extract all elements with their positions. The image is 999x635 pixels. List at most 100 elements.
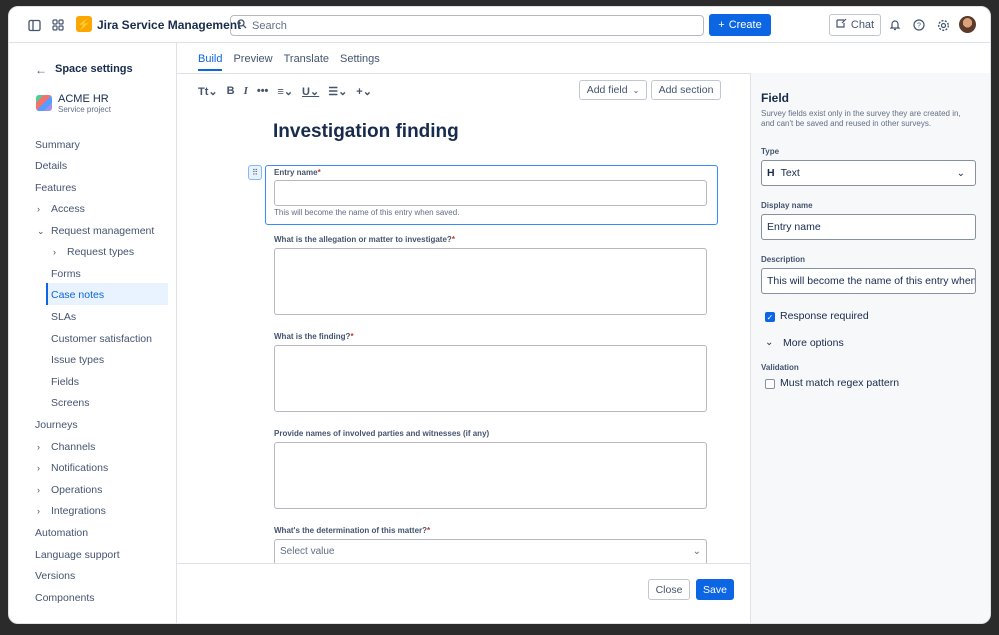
sidebar-item-slas[interactable]: SLAs	[51, 307, 76, 327]
display-name-input[interactable]: Entry name	[761, 214, 976, 240]
allegation-textarea[interactable]	[274, 248, 707, 315]
field-label-entry-name: Entry name*	[274, 168, 321, 177]
display-name-label: Display name	[761, 201, 813, 210]
sidebar-item-issue-types[interactable]: Issue types	[51, 350, 104, 370]
sidebar-item-versions[interactable]: Versions	[35, 566, 75, 586]
sidebar-item-language-support[interactable]: Language support	[35, 545, 120, 565]
drag-handle-icon[interactable]: ⠿	[248, 165, 262, 180]
involved-parties-textarea[interactable]	[274, 442, 707, 509]
nav-label: Operations	[51, 484, 103, 496]
formatting-toolbar: Tt⌄ B I ••• ≡⌄ U⌄ ☰⌄ +⌄	[198, 81, 381, 101]
add-section-button[interactable]: Add section	[651, 80, 721, 100]
sidebar-item-request-types[interactable]: › Request types	[53, 242, 134, 262]
app-switcher-icon[interactable]	[46, 13, 70, 37]
text-style-icon[interactable]: Tt⌄	[198, 85, 218, 98]
app-name[interactable]: Jira Service Management	[97, 18, 241, 32]
entry-name-input[interactable]	[274, 180, 707, 206]
sidebar-item-details[interactable]: Details	[35, 156, 67, 176]
field-label-finding: What is the finding?*	[274, 332, 354, 341]
add-field-button[interactable]: Add field ⌄	[579, 80, 647, 100]
heading-h-icon: H	[767, 167, 775, 179]
field-label-allegation: What is the allegation or matter to inve…	[274, 235, 455, 244]
form-title[interactable]: Investigation finding	[273, 121, 459, 143]
sidebar-item-integrations[interactable]: › Integrations	[37, 501, 106, 521]
sidebar-item-automation[interactable]: Automation	[35, 523, 88, 543]
nav-label: Forms	[51, 268, 81, 280]
sidebar-item-forms[interactable]: Forms	[51, 264, 81, 284]
chevron-down-icon: ⌄	[692, 546, 701, 557]
sidebar-item-access[interactable]: › Access	[37, 199, 85, 219]
chevron-right-icon[interactable]: ›	[37, 501, 51, 521]
search-icon	[237, 19, 247, 32]
sidebar-item-notifications[interactable]: › Notifications	[37, 458, 108, 478]
regex-label: Must match regex pattern	[780, 377, 900, 389]
nav-label: Request types	[67, 246, 135, 258]
notifications-icon[interactable]	[883, 13, 907, 37]
nav-label: Access	[51, 203, 85, 215]
response-required-checkbox[interactable]: ✓	[765, 312, 775, 322]
bold-icon[interactable]: B	[227, 85, 235, 97]
add-field-label: Add field	[586, 84, 628, 96]
regex-checkbox[interactable]	[765, 379, 775, 389]
save-button[interactable]: Save	[696, 579, 734, 600]
chevron-right-icon[interactable]: ›	[37, 199, 51, 219]
underline-icon[interactable]: U⌄	[302, 85, 319, 98]
finding-textarea[interactable]	[274, 345, 707, 412]
chevron-down-icon[interactable]: ⌄	[765, 337, 773, 348]
tab-build[interactable]: Build	[198, 53, 223, 71]
sidebar-item-request-management[interactable]: ⌄ Request management	[37, 221, 154, 241]
tab-preview[interactable]: Preview	[233, 53, 272, 71]
jira-logo-icon[interactable]: ⚡	[76, 16, 92, 32]
user-avatar[interactable]	[959, 16, 976, 33]
chevron-right-icon[interactable]: ›	[37, 480, 51, 500]
top-navigation: ⚡ Jira Service Management Search + Creat…	[9, 7, 990, 43]
tab-settings[interactable]: Settings	[340, 53, 380, 71]
plus-icon: +	[718, 19, 725, 31]
description-input[interactable]: This will become the name of this entry …	[761, 268, 976, 294]
panel-title: Field	[761, 91, 790, 105]
sidebar-item-fields[interactable]: Fields	[51, 372, 79, 392]
chevron-right-icon[interactable]: ›	[37, 437, 51, 457]
nav-label: Integrations	[51, 505, 106, 517]
more-formatting-icon[interactable]: •••	[257, 85, 269, 97]
nav-label: Issue types	[51, 354, 105, 366]
sidebar-item-summary[interactable]: Summary	[35, 135, 80, 155]
nav-label: Versions	[35, 570, 76, 582]
type-select[interactable]: H Text ⌄	[761, 160, 976, 186]
insert-plus-icon[interactable]: +⌄	[356, 85, 372, 98]
create-button[interactable]: + Create	[709, 14, 771, 36]
sidebar-item-screens[interactable]: Screens	[51, 393, 90, 413]
sidebar-item-case-notes[interactable]: Case notes	[51, 285, 104, 305]
chevron-right-icon[interactable]: ›	[37, 458, 51, 478]
nav-label: SLAs	[51, 311, 77, 323]
more-options-toggle[interactable]: More options	[783, 337, 844, 349]
project-name[interactable]: ACME HR	[58, 93, 109, 105]
chevron-down-icon[interactable]: ⌄	[37, 221, 51, 241]
list-icon[interactable]: ☰⌄	[328, 85, 347, 98]
sidebar-item-journeys[interactable]: Journeys	[35, 415, 78, 435]
chevron-right-icon[interactable]: ›	[53, 242, 67, 262]
determination-select[interactable]: Select value ⌄	[274, 539, 707, 565]
settings-gear-icon[interactable]	[931, 13, 955, 37]
sidebar-item-customer-satisfaction[interactable]: Customer satisfaction	[51, 329, 152, 349]
close-button[interactable]: Close	[648, 579, 690, 600]
chat-button[interactable]: Chat	[829, 14, 881, 36]
tab-translate[interactable]: Translate	[284, 53, 329, 71]
add-section-label: Add section	[658, 84, 714, 96]
italic-icon[interactable]: I	[244, 85, 248, 97]
select-placeholder: Select value	[280, 546, 335, 557]
sidebar-item-features[interactable]: Features	[35, 178, 76, 198]
back-arrow-icon[interactable]: ←	[35, 63, 47, 77]
chat-label: Chat	[850, 19, 875, 31]
help-icon[interactable]: ?	[907, 13, 931, 37]
nav-label: Customer satisfaction	[51, 333, 152, 345]
sidebar-item-operations[interactable]: › Operations	[37, 480, 102, 500]
create-label: Create	[728, 19, 762, 31]
sidebar-item-channels[interactable]: › Channels	[37, 437, 95, 457]
tabs-divider	[177, 73, 751, 74]
sidebar-toggle-icon[interactable]	[22, 13, 46, 37]
search-placeholder: Search	[252, 19, 287, 32]
search-input[interactable]: Search	[230, 15, 704, 36]
align-icon[interactable]: ≡⌄	[277, 85, 293, 98]
sidebar-item-components[interactable]: Components	[35, 588, 95, 608]
